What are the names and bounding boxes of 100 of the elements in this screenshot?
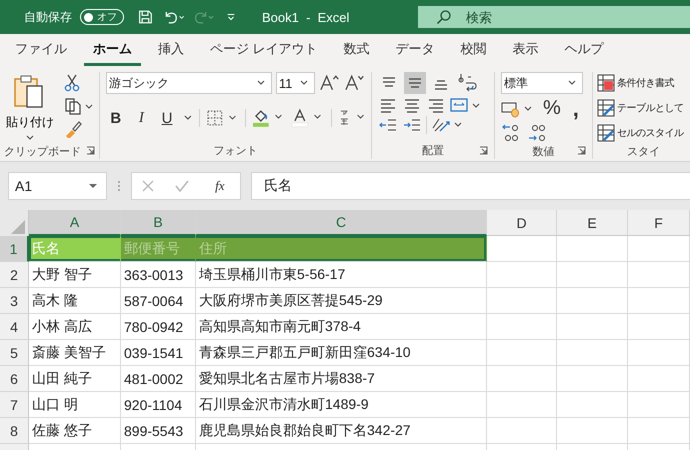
column-header[interactable]: A xyxy=(29,210,121,236)
grip-icon[interactable] xyxy=(117,179,121,193)
column-header[interactable]: E xyxy=(557,210,628,236)
align-left-icon[interactable] xyxy=(378,97,398,113)
row-header[interactable]: 3 xyxy=(0,288,29,314)
row-header[interactable]: 8 xyxy=(0,418,29,444)
align-right-icon[interactable] xyxy=(426,97,446,113)
vertical-align-button[interactable] xyxy=(404,72,426,94)
table-cell xyxy=(487,314,557,340)
table-cell xyxy=(628,262,690,288)
wrap-text-icon[interactable] xyxy=(456,72,478,94)
table-cell: 住所 xyxy=(196,236,487,262)
table-cell: 780-0942 xyxy=(121,314,196,340)
dialog-launcher-icon[interactable] xyxy=(577,146,586,155)
dialog-launcher-icon[interactable] xyxy=(479,146,488,155)
align-center-icon[interactable] xyxy=(402,97,422,113)
bold-button[interactable]: B xyxy=(106,110,126,126)
group-label: 数値 xyxy=(532,144,554,158)
table-cell: 899-5543 xyxy=(121,418,196,444)
scissors-icon[interactable] xyxy=(64,74,80,92)
table-cell: 山口 明 xyxy=(29,392,121,418)
text-orientation-icon[interactable] xyxy=(431,116,463,134)
row-header[interactable]: 6 xyxy=(0,366,29,392)
table-cell xyxy=(557,262,628,288)
table-cell: 039-1541 xyxy=(121,340,196,366)
styles-button[interactable]: セルのスタイル xyxy=(597,122,690,144)
table-cell: 高知県高知市南元町378-4 xyxy=(196,314,487,340)
merge-center-icon[interactable] xyxy=(450,97,482,113)
autosave-toggle[interactable]: オフ xyxy=(80,9,124,25)
autosave-label: 自動保存 xyxy=(24,8,72,26)
row-header[interactable]: 4 xyxy=(0,314,29,340)
italic-button[interactable]: I xyxy=(132,110,152,126)
column-header[interactable]: C xyxy=(196,210,487,236)
styles-button[interactable]: 条件付き書式 xyxy=(597,72,690,94)
table-cell xyxy=(487,366,557,392)
table-cell xyxy=(628,314,690,340)
table-cell xyxy=(487,288,557,314)
group-label: 配置 xyxy=(422,144,444,158)
caret-icon[interactable] xyxy=(182,115,193,121)
table-cell xyxy=(628,392,690,418)
table-cell: 愛知県北名古屋市片場838-7 xyxy=(196,366,487,392)
paintbrush-icon[interactable] xyxy=(64,120,82,138)
underline-button[interactable]: U xyxy=(157,110,177,126)
column-header[interactable]: D xyxy=(487,210,557,236)
caret-icon xyxy=(88,183,98,189)
number-format-dropdown[interactable]: 標準 xyxy=(501,72,583,94)
name-box[interactable]: A1 xyxy=(8,172,107,200)
ribbon-tab[interactable]: ファイル xyxy=(6,34,76,66)
row-header[interactable]: 1 xyxy=(0,236,29,262)
table-cell: 郵便番号 xyxy=(121,236,196,262)
table-cell: 青森県三戸郡五戸町新田窪634-10 xyxy=(196,340,487,366)
table-cell: 山田 純子 xyxy=(29,366,121,392)
formula-input[interactable]: 氏名 xyxy=(251,172,690,200)
triangle-icon xyxy=(11,220,25,234)
column-header[interactable]: F xyxy=(628,210,690,236)
column-header[interactable]: B xyxy=(121,210,196,236)
customize-icon[interactable] xyxy=(226,11,236,23)
ribbon-tab[interactable]: ページ レイアウト xyxy=(201,34,327,66)
table-cell: 小林 高広 xyxy=(29,314,121,340)
decrease-indent-icon[interactable] xyxy=(378,117,398,133)
caret-icon xyxy=(568,80,576,86)
table-cell xyxy=(487,340,557,366)
ribbon-tab[interactable]: 数式 xyxy=(334,34,379,66)
table-cell xyxy=(557,288,628,314)
row-header[interactable]: 7 xyxy=(0,392,29,418)
table-cell xyxy=(628,366,690,392)
table-cell: 石川県金沢市清水町1489-9 xyxy=(196,392,487,418)
insert-function-button[interactable]: fx xyxy=(209,177,231,195)
group-label: クリップボード xyxy=(4,144,81,158)
table-cell: 920-1104 xyxy=(121,392,196,418)
row-header[interactable]: 5 xyxy=(0,340,29,366)
table-cell: 埼玉県桶川市東5-56-17 xyxy=(196,262,487,288)
check-icon[interactable] xyxy=(174,179,190,193)
group-label: フォント xyxy=(214,144,258,158)
font-size-dropdown[interactable]: 11 xyxy=(276,72,315,94)
table-cell xyxy=(487,236,557,262)
ribbon-tab[interactable]: 表示 xyxy=(504,34,548,66)
grow-font-icon[interactable] xyxy=(318,73,340,93)
ribbon-tab[interactable]: 挿入 xyxy=(149,34,193,66)
row-header[interactable]: 2 xyxy=(0,262,29,288)
caret-icon xyxy=(300,80,308,86)
search-field[interactable]: 検索 xyxy=(418,6,690,28)
table-cell: 高木 隆 xyxy=(29,288,121,314)
ribbon-tab[interactable]: データ xyxy=(386,34,444,66)
table-cell: 363-0013 xyxy=(121,262,196,288)
save-icon[interactable] xyxy=(138,8,153,26)
percent-button[interactable]: % xyxy=(539,97,565,120)
shrink-font-icon[interactable] xyxy=(344,73,365,93)
copy-icon[interactable] xyxy=(64,97,94,115)
table-cell: 鹿児島県始良郡始良町下名342-27 xyxy=(196,418,487,444)
dialog-launcher-icon[interactable] xyxy=(86,146,95,155)
table-cell xyxy=(557,340,628,366)
table-cell xyxy=(628,340,690,366)
increase-indent-icon[interactable] xyxy=(402,117,422,133)
font-name-dropdown[interactable]: 游ゴシック xyxy=(106,72,272,94)
ribbon-tab[interactable]: ヘルプ xyxy=(556,34,613,66)
ribbon-tab[interactable]: 校閲 xyxy=(452,34,496,66)
paste-button[interactable]: 貼り付け xyxy=(4,72,56,143)
table-cell: 大阪府堺市美原区菩提545-29 xyxy=(196,288,487,314)
styles-button[interactable]: テーブルとして xyxy=(597,97,690,119)
